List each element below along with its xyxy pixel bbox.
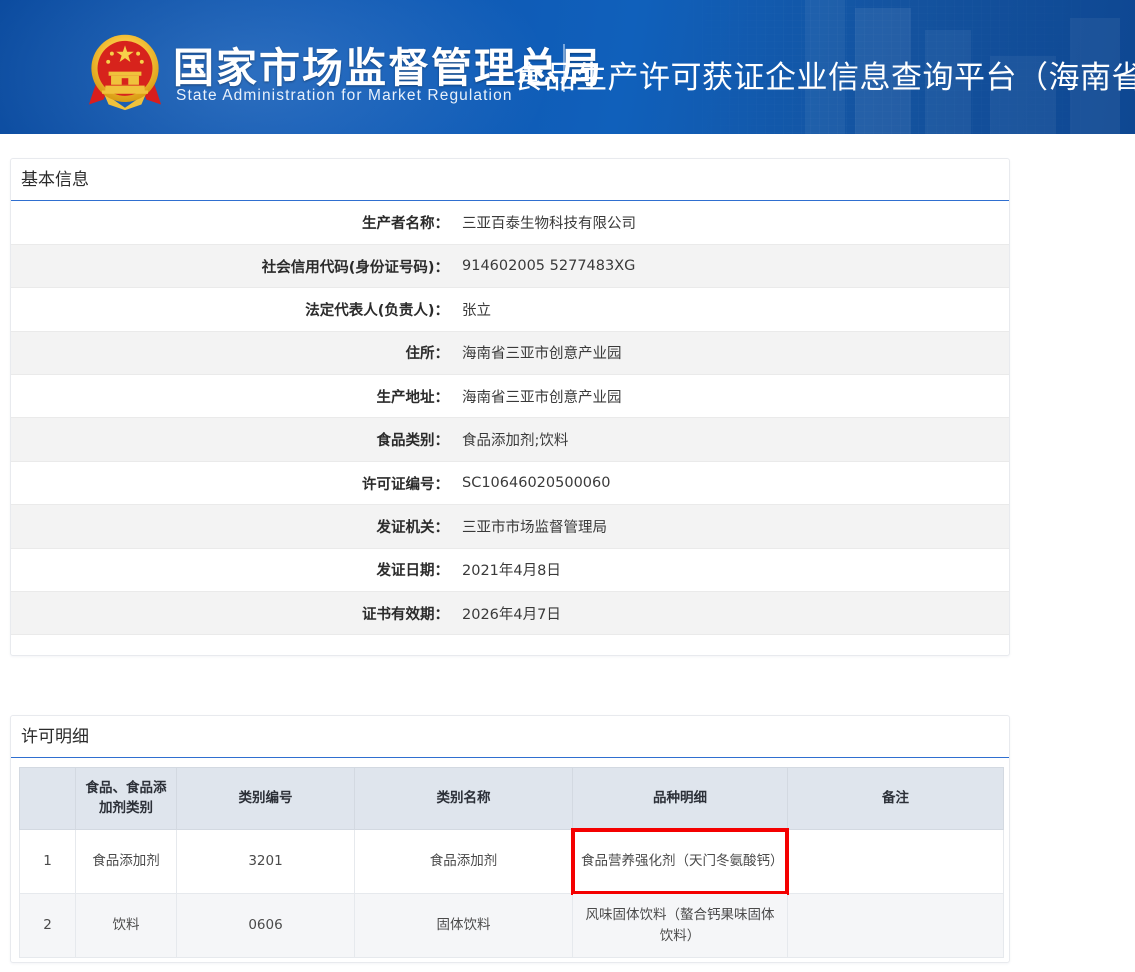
row-label: 食品类别： bbox=[11, 418, 458, 461]
basic-info-title: 基本信息 bbox=[11, 159, 1009, 201]
row-value: 食品添加剂;饮料 bbox=[458, 418, 1009, 461]
national-emblem-icon bbox=[84, 29, 166, 111]
cell-category: 食品添加剂 bbox=[76, 830, 177, 894]
table-row: 2 饮料 0606 固体饮料 风味固体饮料（螯合钙果味固体饮料） bbox=[20, 894, 1004, 958]
basic-info-panel: 基本信息 生产者名称： 三亚百泰生物科技有限公司 社会信用代码(身份证号码)： … bbox=[10, 158, 1010, 656]
cell-category: 饮料 bbox=[76, 894, 177, 958]
table-row: 证书有效期： 2026年4月7日 bbox=[11, 592, 1009, 635]
table-row: 生产者名称： 三亚百泰生物科技有限公司 bbox=[11, 201, 1009, 244]
basic-info-table: 生产者名称： 三亚百泰生物科技有限公司 社会信用代码(身份证号码)： 91460… bbox=[11, 201, 1009, 635]
row-label: 生产者名称： bbox=[11, 201, 458, 244]
cell-name: 食品添加剂 bbox=[355, 830, 573, 894]
permit-detail-title: 许可明细 bbox=[11, 716, 1009, 758]
platform-title: 食品生产许可获证企业信息查询平台（海南省） bbox=[513, 52, 1135, 97]
row-label: 住所： bbox=[11, 331, 458, 374]
cell-code: 0606 bbox=[177, 894, 355, 958]
cell-spec-highlighted: 食品营养强化剂（天门冬氨酸钙） bbox=[573, 830, 788, 894]
site-header-banner: 国家市场监督管理总局 State Administration for Mark… bbox=[0, 0, 1135, 134]
cell-note bbox=[788, 830, 1004, 894]
col-header-name: 类别名称 bbox=[355, 768, 573, 830]
table-row: 法定代表人(负责人)： 张立 bbox=[11, 288, 1009, 331]
row-label: 许可证编号： bbox=[11, 461, 458, 504]
table-row: 许可证编号： SC10646020500060 bbox=[11, 461, 1009, 504]
row-value: 海南省三亚市创意产业园 bbox=[458, 331, 1009, 374]
row-value: 张立 bbox=[458, 288, 1009, 331]
row-label: 证书有效期： bbox=[11, 592, 458, 635]
row-value: 914602005 5277483XG bbox=[458, 244, 1009, 287]
table-row: 发证机关： 三亚市市场监督管理局 bbox=[11, 505, 1009, 548]
table-row: 住所： 海南省三亚市创意产业园 bbox=[11, 331, 1009, 374]
col-header-spec: 品种明细 bbox=[573, 768, 788, 830]
table-header-row: 食品、食品添加剂类别 类别编号 类别名称 品种明细 备注 bbox=[20, 768, 1004, 830]
cell-spec: 风味固体饮料（螯合钙果味固体饮料） bbox=[573, 894, 788, 958]
permit-detail-table: 食品、食品添加剂类别 类别编号 类别名称 品种明细 备注 1 食品添加剂 320… bbox=[19, 767, 1004, 958]
row-value: 三亚市市场监督管理局 bbox=[458, 505, 1009, 548]
table-row: 发证日期： 2021年4月8日 bbox=[11, 548, 1009, 591]
row-value: 三亚百泰生物科技有限公司 bbox=[458, 201, 1009, 244]
permit-detail-table-wrap: 食品、食品添加剂类别 类别编号 类别名称 品种明细 备注 1 食品添加剂 320… bbox=[11, 758, 1009, 958]
table-row: 食品类别： 食品添加剂;饮料 bbox=[11, 418, 1009, 461]
cell-note bbox=[788, 894, 1004, 958]
row-label: 发证日期： bbox=[11, 548, 458, 591]
cell-spec-text: 食品营养强化剂（天门冬氨酸钙） bbox=[581, 853, 784, 869]
table-row: 社会信用代码(身份证号码)： 914602005 5277483XG bbox=[11, 244, 1009, 287]
row-value: 2021年4月8日 bbox=[458, 548, 1009, 591]
col-header-code: 类别编号 bbox=[177, 768, 355, 830]
col-header-note: 备注 bbox=[788, 768, 1004, 830]
col-header-index bbox=[20, 768, 76, 830]
row-value: 海南省三亚市创意产业园 bbox=[458, 375, 1009, 418]
row-label: 法定代表人(负责人)： bbox=[11, 288, 458, 331]
table-row: 生产地址： 海南省三亚市创意产业园 bbox=[11, 375, 1009, 418]
col-header-category: 食品、食品添加剂类别 bbox=[76, 768, 177, 830]
cell-name: 固体饮料 bbox=[355, 894, 573, 958]
cell-index: 2 bbox=[20, 894, 76, 958]
permit-detail-panel: 许可明细 食品、食品添加剂类别 类别编号 类别名称 品种明细 备注 1 食品添加… bbox=[10, 715, 1010, 963]
cell-index: 1 bbox=[20, 830, 76, 894]
row-label: 生产地址： bbox=[11, 375, 458, 418]
row-label: 社会信用代码(身份证号码)： bbox=[11, 244, 458, 287]
row-label: 发证机关： bbox=[11, 505, 458, 548]
agency-name-en: State Administration for Market Regulati… bbox=[176, 87, 513, 105]
row-value: 2026年4月7日 bbox=[458, 592, 1009, 635]
table-row: 1 食品添加剂 3201 食品添加剂 食品营养强化剂（天门冬氨酸钙） bbox=[20, 830, 1004, 894]
cell-code: 3201 bbox=[177, 830, 355, 894]
row-value: SC10646020500060 bbox=[458, 461, 1009, 504]
